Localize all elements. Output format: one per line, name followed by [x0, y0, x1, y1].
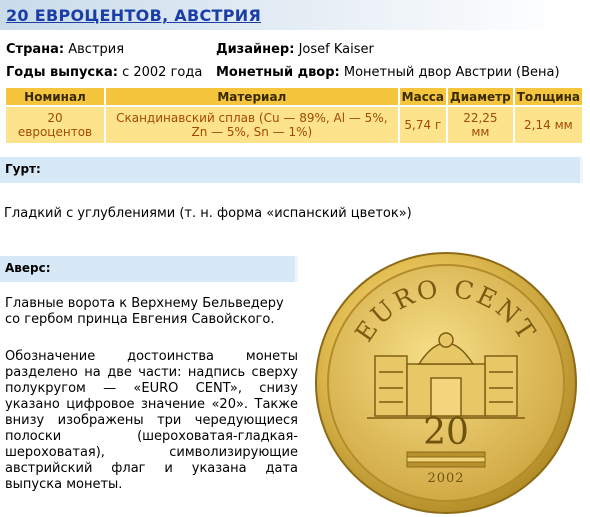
- designer-row: Дизайнер: Josef Kaiser: [216, 42, 374, 57]
- designer-value: Josef Kaiser: [298, 42, 374, 57]
- spec-data-row: 20 евроцентов Скандинавский сплав (Cu — …: [6, 107, 582, 143]
- coin-year: 2002: [427, 471, 464, 486]
- years-label: Годы выпуска:: [6, 65, 118, 80]
- obverse-description-2: Обозначение достоинства монеты разделено…: [5, 349, 298, 492]
- header-nominal: Номинал: [6, 88, 104, 105]
- designer-label: Дизайнер:: [216, 42, 295, 57]
- title-bar: 20 ЕВРОЦЕНТОВ, АВСТРИЯ: [0, 0, 566, 30]
- header-material: Материал: [106, 88, 398, 105]
- cell-mass: 5,74 г: [399, 107, 447, 143]
- cell-material: Скандинавский сплав (Cu — 89%, Al — 5%, …: [106, 107, 398, 143]
- coin-image: EURO CENT 20 2002: [311, 245, 581, 514]
- mint-label: Монетный двор:: [216, 65, 340, 80]
- header-mass: Масса: [399, 88, 447, 105]
- country-label: Страна:: [6, 42, 65, 57]
- years-value: с 2002 года: [122, 65, 203, 80]
- obverse-label: Аверс:: [5, 261, 51, 275]
- edge-description: Гладкий с углублениями (т. н. форма «исп…: [4, 206, 412, 221]
- cell-thickness: 2,14 мм: [514, 107, 582, 143]
- austrian-flag-stripes: [406, 451, 486, 468]
- cell-diameter: 22,25 мм: [448, 107, 513, 143]
- obverse-section-header: Аверс:: [0, 256, 298, 282]
- mint-value: Монетный двор Австрии (Вена): [343, 65, 560, 80]
- header-diameter: Диаметр: [448, 88, 513, 105]
- header-thickness: Толщина: [514, 88, 582, 105]
- spec-header-row: Номинал Материал Масса Диаметр Толщина: [6, 88, 582, 105]
- obverse-description-1: Главные ворота к Верхнему Бельведеру со …: [5, 296, 284, 327]
- page-title[interactable]: 20 ЕВРОЦЕНТОВ, АВСТРИЯ: [6, 6, 261, 25]
- country-row: Страна: Австрия: [6, 42, 124, 57]
- spec-table: Номинал Материал Масса Диаметр Толщина 2…: [4, 86, 584, 145]
- edge-label: Гурт:: [5, 162, 41, 176]
- edge-section-header: Гурт:: [0, 157, 583, 183]
- country-value: Австрия: [68, 42, 125, 57]
- cell-nominal: 20 евроцентов: [6, 107, 104, 143]
- coin-value: 20: [423, 412, 469, 453]
- mint-row: Монетный двор: Монетный двор Австрии (Ве…: [216, 65, 560, 80]
- years-row: Годы выпуска: с 2002 года: [6, 65, 202, 80]
